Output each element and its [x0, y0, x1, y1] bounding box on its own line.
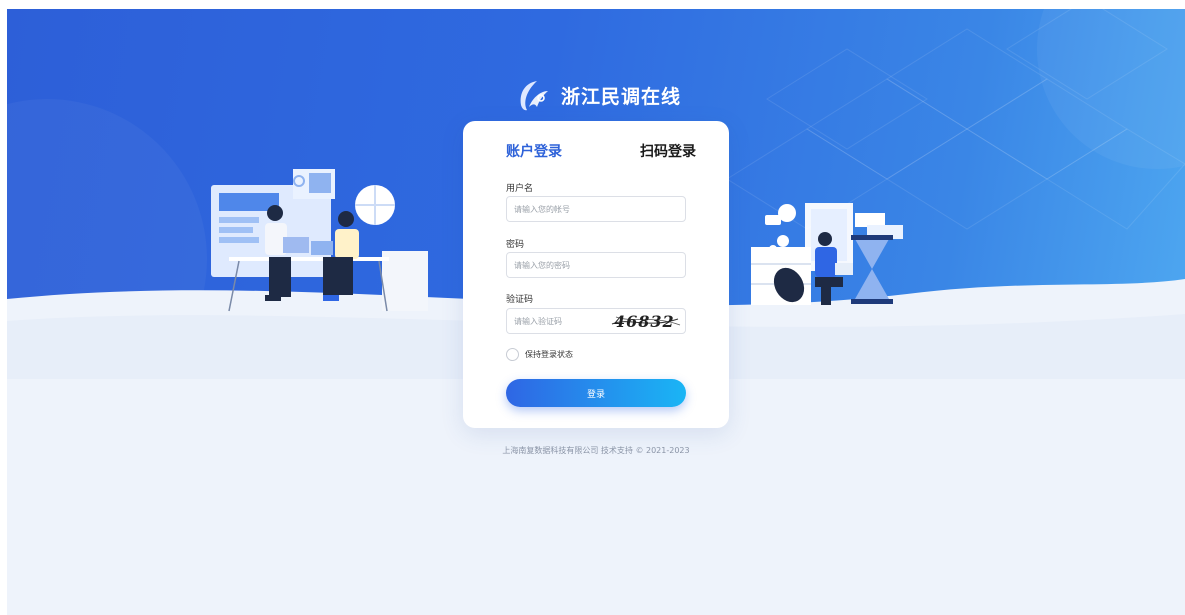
- username-input[interactable]: [506, 196, 686, 222]
- crescent-swoosh-logo-icon: [520, 81, 548, 111]
- remember-radio-circle[interactable]: [506, 347, 519, 361]
- tab-account-login[interactable]: 账户登录: [506, 141, 562, 161]
- login-tabs: 账户登录 扫码登录: [506, 141, 696, 165]
- brand-logo: 浙江民调在线: [515, 77, 681, 113]
- captcha-label: 验证码: [506, 295, 534, 305]
- captcha-image[interactable]: 46832: [608, 309, 685, 333]
- login-page: 浙江民调在线 账户登录 扫码登录 用户名 请输入您的帐号 密码 验证码 请输入验…: [7, 9, 1185, 615]
- footer-copyright: 上海南复数据科技有限公司 技术支持 © 2021-2023: [502, 446, 690, 455]
- remember-me-checkbox[interactable]: 保持登录状态: [506, 347, 573, 361]
- remote-work-illustration: [751, 203, 903, 305]
- captcha-code: 46832: [614, 312, 675, 331]
- password-label: 密码: [506, 240, 525, 250]
- username-label: 用户名: [506, 184, 534, 194]
- password-input[interactable]: [506, 252, 686, 278]
- login-card: 账户登录 扫码登录 用户名 密码 验证码 46832 保持登录状态 登录: [463, 121, 729, 428]
- brand-name: 浙江民调在线: [561, 85, 682, 108]
- office-meeting-illustration: [211, 169, 428, 312]
- login-button[interactable]: 登录: [506, 379, 686, 407]
- remember-me-label: 保持登录状态: [525, 349, 573, 359]
- tab-qr-login[interactable]: 扫码登录: [640, 141, 696, 161]
